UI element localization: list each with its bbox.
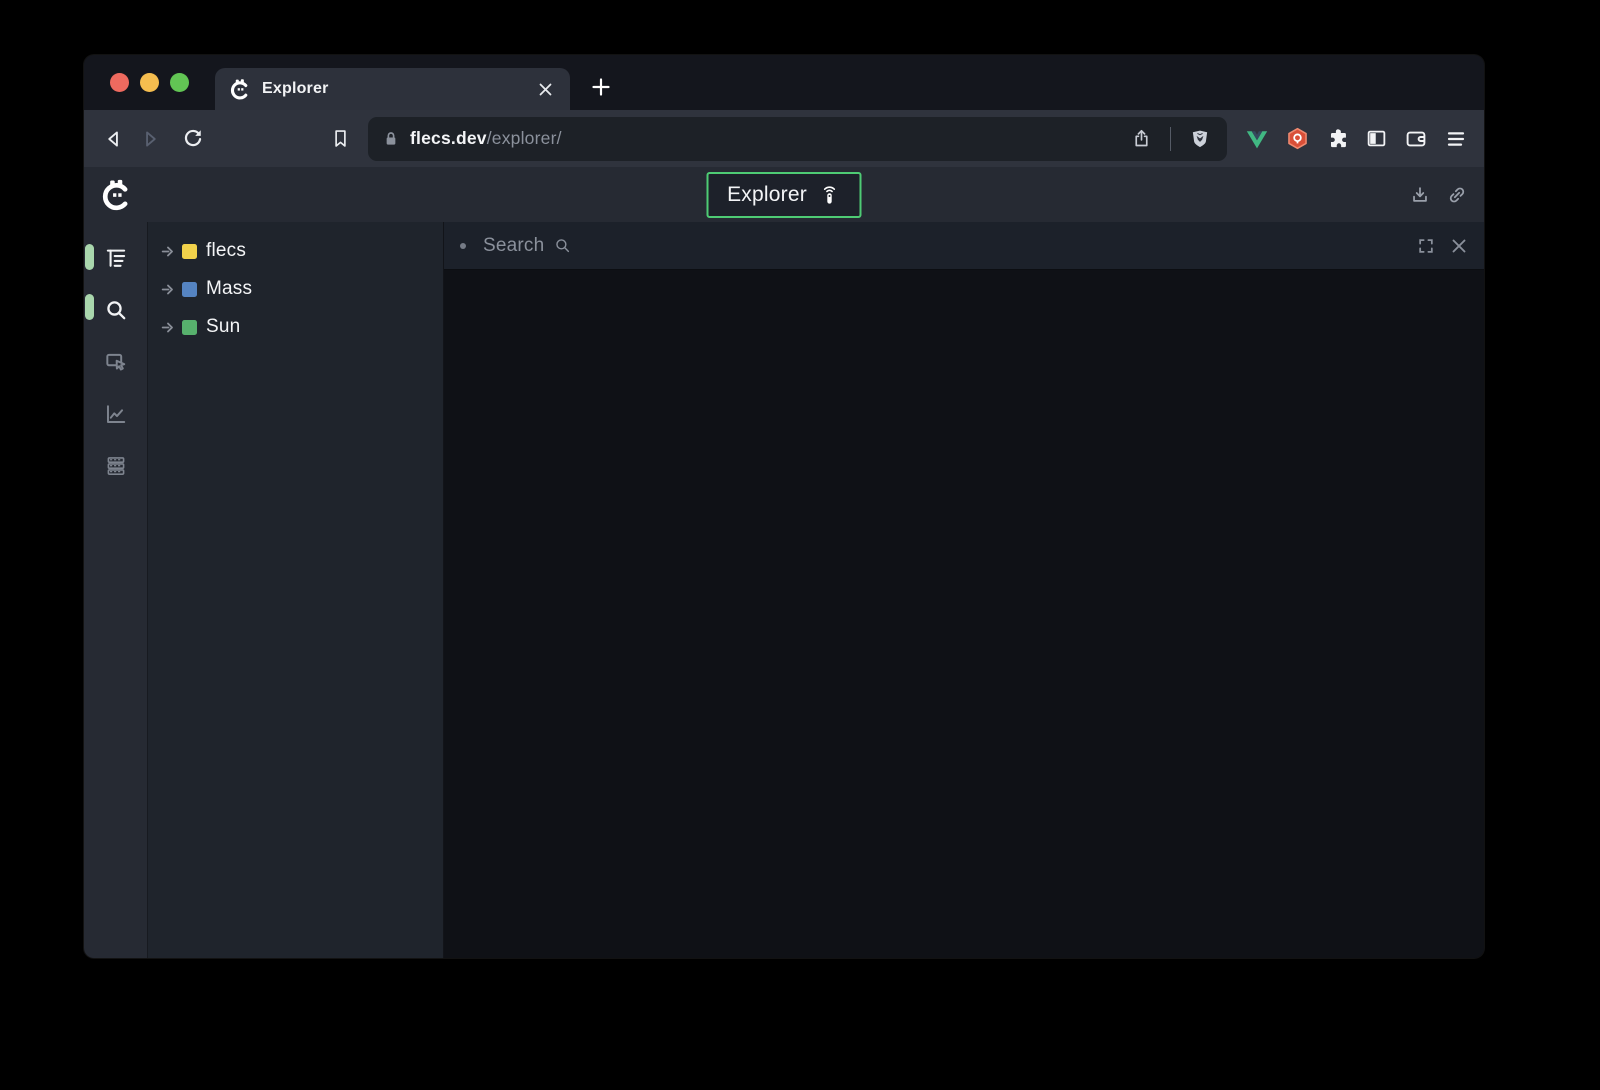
explorer-body: flecs Mass Sun Search	[84, 222, 1484, 958]
browser-toolbar: flecs.dev/explorer/	[84, 110, 1484, 167]
tree-item-sun[interactable]: Sun	[148, 308, 443, 346]
extensions-area	[1245, 126, 1468, 151]
share-link-icon[interactable]	[1446, 184, 1468, 206]
entity-color-swatch	[182, 320, 197, 335]
close-window-button[interactable]	[110, 73, 129, 92]
expand-arrow-icon[interactable]	[160, 281, 177, 298]
menu-icon[interactable]	[1444, 127, 1468, 151]
download-icon[interactable]	[1409, 184, 1431, 206]
traffic-lights	[110, 55, 189, 110]
tab-title: Explorer	[262, 80, 532, 98]
close-panel-icon[interactable]	[1450, 237, 1468, 255]
search-panel-header[interactable]: Search	[444, 222, 1484, 270]
query-panel: Search	[444, 222, 1484, 958]
wallet-icon[interactable]	[1404, 127, 1428, 151]
remote-connection-icon	[819, 184, 841, 206]
share-icon[interactable]	[1124, 122, 1158, 156]
tab-favicon-flecs-icon	[229, 78, 251, 100]
search-icon	[553, 236, 572, 255]
stats-chart-icon[interactable]	[102, 400, 130, 428]
url-domain: flecs.dev	[410, 128, 487, 148]
entity-color-swatch	[182, 282, 197, 297]
url-path: /explorer/	[487, 128, 562, 148]
toolbar-divider	[1170, 127, 1171, 151]
sidebar-toggle-icon[interactable]	[1365, 127, 1388, 150]
tables-rows-icon[interactable]	[102, 452, 130, 480]
lock-icon	[382, 130, 400, 148]
search-placeholder: Search	[483, 235, 544, 257]
search-active-indicator	[85, 294, 94, 320]
bookmark-icon[interactable]	[322, 121, 358, 157]
browser-tab[interactable]: Explorer	[215, 68, 570, 110]
fullscreen-icon[interactable]	[1416, 236, 1436, 256]
status-dot	[460, 243, 466, 249]
reload-icon[interactable]	[174, 121, 210, 157]
forward-icon[interactable]	[132, 121, 168, 157]
tree-view-icon[interactable]	[102, 244, 130, 272]
search-panel-actions	[1416, 236, 1468, 256]
expand-arrow-icon[interactable]	[160, 319, 177, 336]
query-results-area[interactable]	[444, 270, 1484, 958]
flecs-logo-icon[interactable]	[100, 178, 133, 211]
back-icon[interactable]	[96, 121, 132, 157]
vue-devtools-icon[interactable]	[1245, 127, 1269, 151]
url-text: flecs.dev/explorer/	[410, 128, 1124, 149]
close-tab-icon[interactable]	[532, 76, 558, 102]
tree-item-label: Mass	[206, 278, 252, 300]
expand-arrow-icon[interactable]	[160, 243, 177, 260]
explorer-title: Explorer	[727, 183, 807, 207]
tree-item-mass[interactable]: Mass	[148, 270, 443, 308]
tree-item-label: flecs	[206, 240, 246, 262]
brave-shield-icon[interactable]	[1183, 122, 1217, 156]
url-bar[interactable]: flecs.dev/explorer/	[368, 117, 1227, 161]
tool-sidebar	[84, 222, 148, 958]
explorer-title-badge[interactable]: Explorer	[707, 172, 862, 218]
query-search-icon[interactable]	[102, 296, 130, 324]
entity-color-swatch	[182, 244, 197, 259]
minimize-window-button[interactable]	[140, 73, 159, 92]
inspect-select-icon[interactable]	[102, 348, 130, 376]
entity-tree-panel: flecs Mass Sun	[148, 222, 444, 958]
header-actions	[1409, 184, 1468, 206]
tree-item-flecs[interactable]: flecs	[148, 232, 443, 270]
tree-active-indicator	[85, 244, 94, 270]
extensions-puzzle-icon[interactable]	[1326, 127, 1349, 150]
titlebar: Explorer	[84, 55, 1484, 110]
tree-item-label: Sun	[206, 316, 240, 338]
hexagon-extension-icon[interactable]	[1285, 126, 1310, 151]
zoom-window-button[interactable]	[170, 73, 189, 92]
explorer-header: Explorer	[84, 167, 1484, 222]
browser-window: Explorer	[84, 55, 1484, 958]
new-tab-icon[interactable]	[586, 72, 616, 102]
